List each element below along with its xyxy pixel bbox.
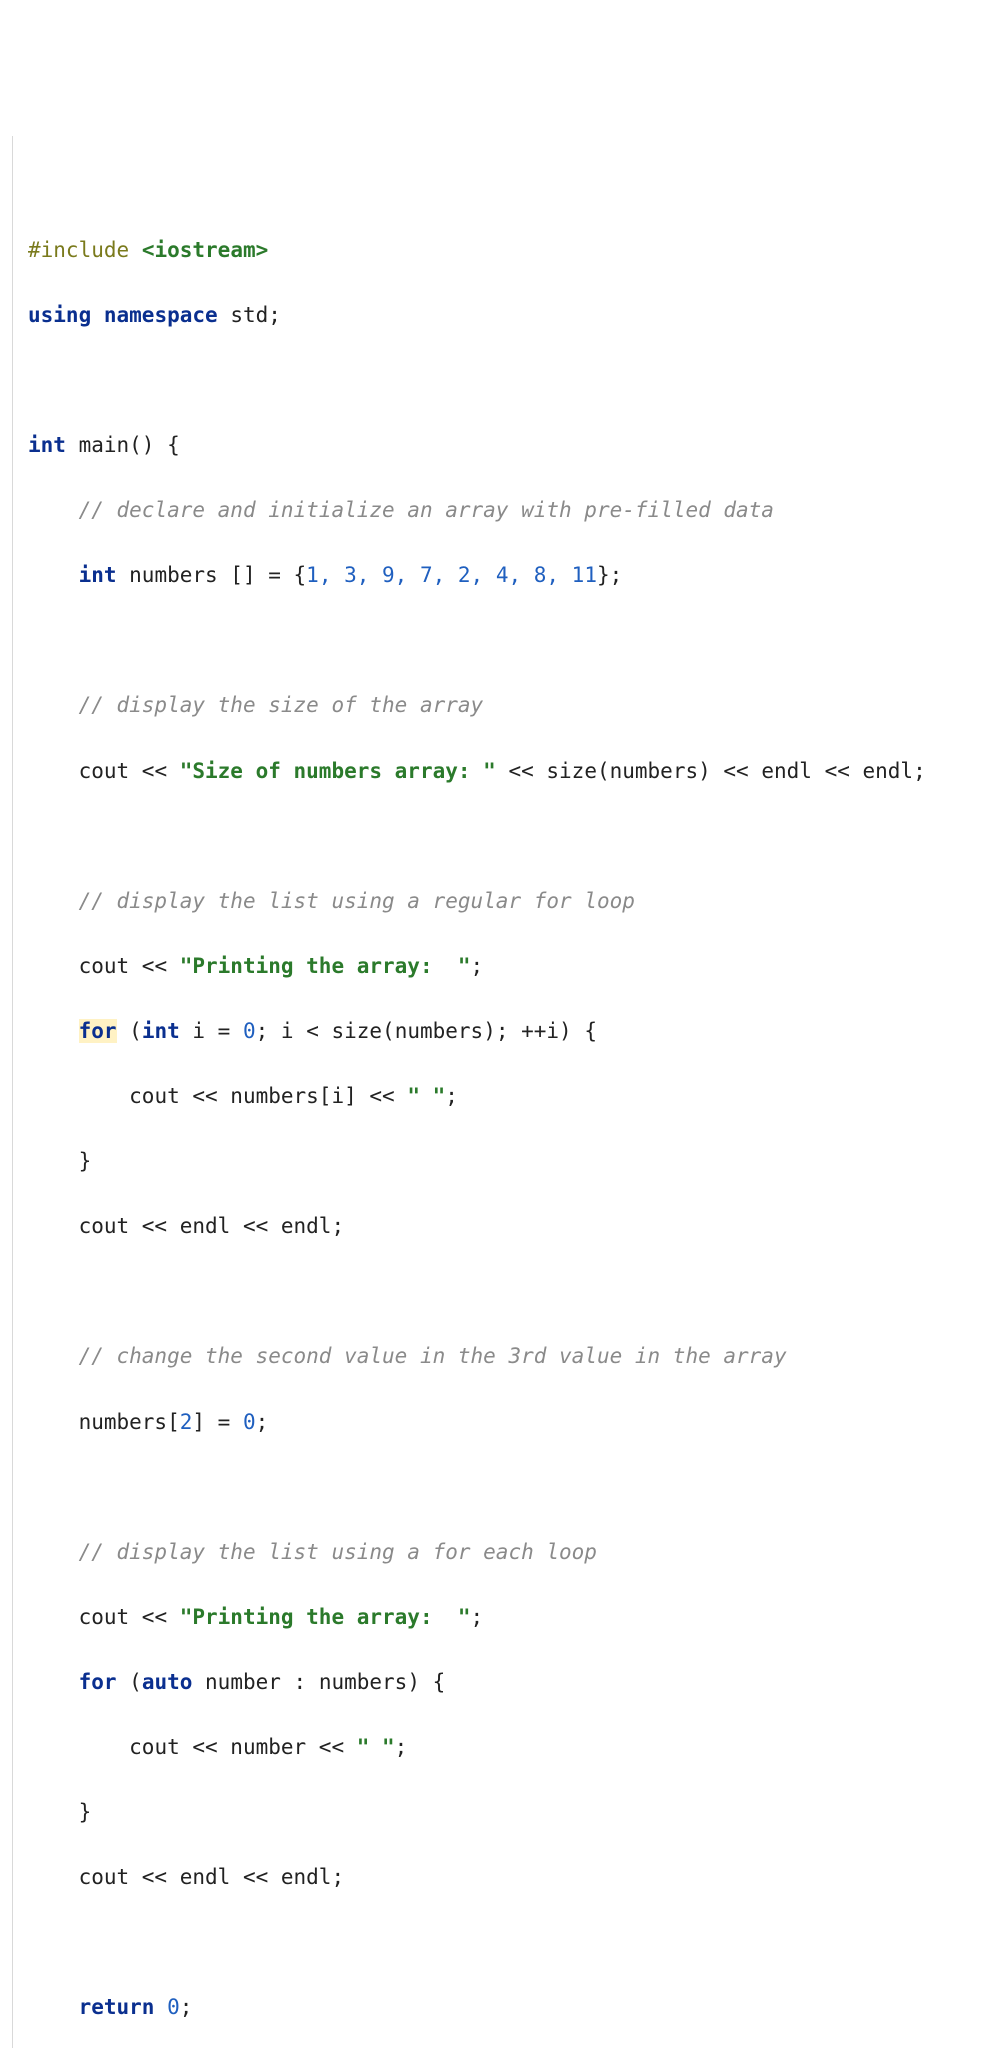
token-keyword: int — [28, 433, 66, 457]
token-number: 0 — [243, 1019, 256, 1043]
blank-line — [28, 624, 998, 657]
code-line: for (auto number : numbers) { — [28, 1666, 998, 1699]
token-stmt: cout << endl << endl; — [79, 1865, 345, 1889]
code-line: } — [28, 1145, 998, 1178]
token-keyword: for — [79, 1670, 117, 1694]
blank-line — [28, 364, 998, 397]
blank-line — [28, 820, 998, 853]
token-ident: number : numbers) { — [192, 1670, 445, 1694]
token-keyword: using — [28, 303, 91, 327]
code-line: numbers[2] = 0; — [28, 1406, 998, 1439]
token-string: " " — [407, 1084, 445, 1108]
token-ident: std — [230, 303, 268, 327]
token-op: << — [711, 759, 762, 783]
token-op: << — [496, 759, 547, 783]
token-keyword: int — [79, 563, 117, 587]
code-line: using namespace std; — [28, 299, 998, 332]
blank-line — [28, 1926, 998, 1959]
token-comment: // display the list using a for each loo… — [79, 1540, 597, 1564]
gutter — [0, 136, 13, 2048]
token-number: 1, 3, 9, 7, 2, 4, 8, 11 — [306, 563, 597, 587]
token-punct: ( — [117, 1670, 142, 1694]
token-keyword: int — [142, 1019, 180, 1043]
code-line: cout << numbers[i] << " "; — [28, 1080, 998, 1113]
token-string: "Size of numbers array: " — [180, 759, 496, 783]
token-ident: numbers[ — [79, 1410, 180, 1434]
token-punct: ; — [268, 303, 281, 327]
code-line: int main() { — [28, 429, 998, 462]
token-punct: } — [79, 1149, 92, 1173]
token-string: "Printing the array: " — [180, 954, 471, 978]
token-punct: ; — [256, 1410, 269, 1434]
blank-line — [28, 1471, 998, 1504]
code-line: cout << endl << endl; — [28, 1210, 998, 1243]
token-punct: }; — [597, 563, 622, 587]
token-ident: endl — [761, 759, 812, 783]
token-number: 0 — [243, 1410, 256, 1434]
token-ident: cout << numbers[i] << — [129, 1084, 407, 1108]
token-call: size(numbers) — [546, 759, 710, 783]
token-op: << — [129, 759, 180, 783]
code-line: cout << "Printing the array: "; — [28, 950, 998, 983]
token-keyword-highlight: for — [79, 1019, 117, 1043]
token-punct: ; — [180, 1995, 193, 2019]
code-line: int numbers [] = {1, 3, 9, 7, 2, 4, 8, 1… — [28, 559, 998, 592]
token-comment: // display the list using a regular for … — [79, 889, 635, 913]
token-ident: ; i < size(numbers); ++i) { — [256, 1019, 597, 1043]
token-comment: // display the size of the array — [79, 693, 484, 717]
token-punct: ( — [117, 1019, 142, 1043]
code-line: // change the second value in the 3rd va… — [28, 1340, 998, 1373]
token-op: << — [129, 954, 180, 978]
code-line: for (int i = 0; i < size(numbers); ++i) … — [28, 1015, 998, 1048]
token-punct: ; — [445, 1084, 458, 1108]
token-string: " " — [357, 1735, 395, 1759]
code-line: } — [28, 1796, 998, 1829]
token-punct: ; — [471, 1605, 484, 1629]
code-line: // display the list using a for each loo… — [28, 1536, 998, 1569]
token-ident: cout — [79, 1605, 130, 1629]
code-line: cout << "Size of numbers array: " << siz… — [28, 755, 998, 788]
code-line: cout << endl << endl; — [28, 1861, 998, 1894]
token-ident: cout << number << — [129, 1735, 357, 1759]
blank-line — [28, 1275, 998, 1308]
token-keyword: namespace — [104, 303, 218, 327]
token-comment: // declare and initialize an array with … — [79, 498, 774, 522]
token-ident: i = — [180, 1019, 243, 1043]
token-comment: // change the second value in the 3rd va… — [79, 1344, 787, 1368]
token-number: 0 — [167, 1995, 180, 2019]
token-number: 2 — [180, 1410, 193, 1434]
code-line: // declare and initialize an array with … — [28, 494, 998, 527]
code-line: // display the list using a regular for … — [28, 885, 998, 918]
code-line: // display the size of the array — [28, 689, 998, 722]
token-ident: endl — [863, 759, 914, 783]
token-ident: cout — [79, 759, 130, 783]
token-ident: numbers [] = { — [117, 563, 307, 587]
token-punct: ; — [395, 1735, 408, 1759]
token-op: << — [129, 1605, 180, 1629]
token-preprocessor: #include — [28, 238, 129, 262]
token-punct: ; — [913, 759, 926, 783]
token-keyword: return — [79, 1995, 155, 2019]
token-include-header: <iostream> — [142, 238, 268, 262]
token-ident: cout — [79, 954, 130, 978]
token-stmt: cout << endl << endl; — [79, 1214, 345, 1238]
code-line: #include <iostream> — [28, 234, 998, 267]
token-punct: } — [79, 1800, 92, 1824]
code-line: cout << number << " "; — [28, 1731, 998, 1764]
token-keyword: auto — [142, 1670, 193, 1694]
token-ident: ] = — [192, 1410, 243, 1434]
code-line: return 0; — [28, 1991, 998, 2024]
token-ident — [154, 1995, 167, 2019]
token-punct: ; — [471, 954, 484, 978]
token-ident: main() { — [66, 433, 180, 457]
token-op: << — [812, 759, 863, 783]
token-string: "Printing the array: " — [180, 1605, 471, 1629]
code-line: cout << "Printing the array: "; — [28, 1601, 998, 1634]
code-editor: #include <iostream> using namespace std;… — [0, 136, 998, 2048]
